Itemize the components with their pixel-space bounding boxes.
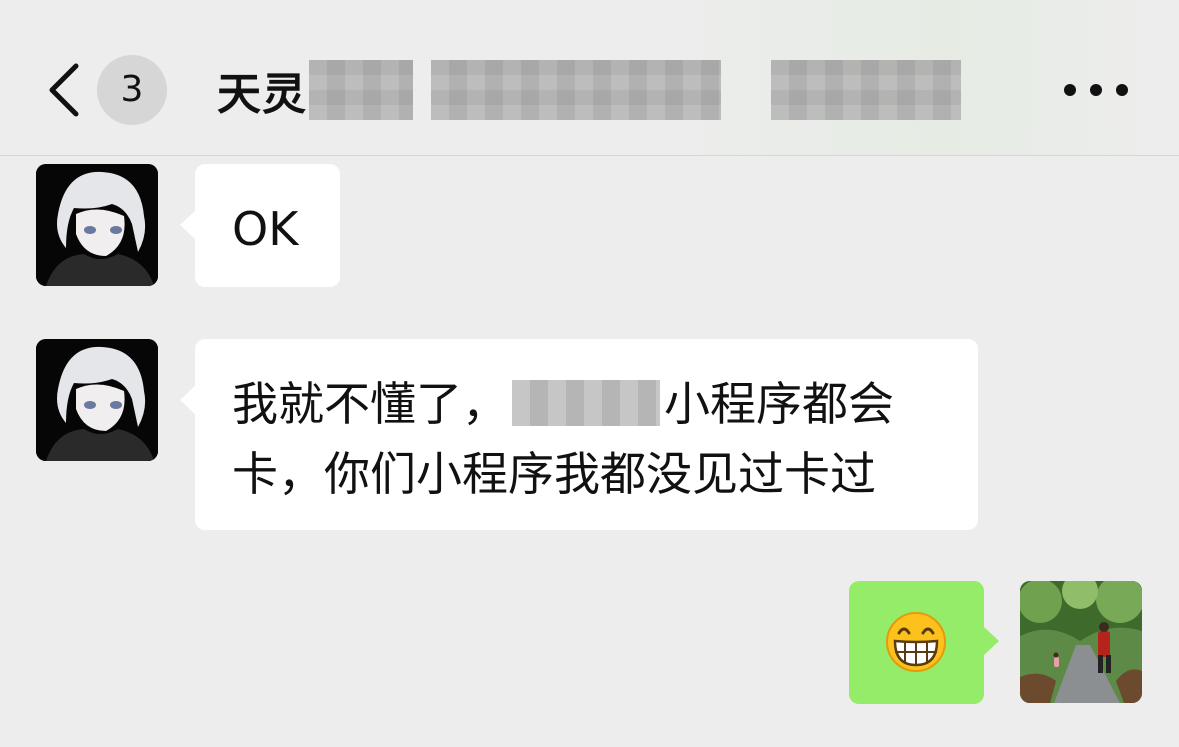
unread-count-badge[interactable]: 3: [97, 55, 167, 125]
chat-title-area: 天灵: [217, 58, 961, 122]
message-line-1: 我就不懂了， 小程序都会: [232, 369, 958, 439]
dot: [1090, 84, 1102, 96]
redacted-text-block: [512, 380, 660, 426]
redacted-title-block: [431, 60, 721, 120]
chat-title: 天灵: [217, 69, 307, 120]
grinning-face-icon: [886, 612, 946, 672]
contact-avatar[interactable]: [36, 164, 158, 286]
chevron-left-icon[interactable]: [44, 62, 84, 118]
more-dots-icon[interactable]: [1064, 80, 1128, 100]
contact-avatar[interactable]: [36, 339, 158, 461]
dot: [1116, 84, 1128, 96]
chat-header: 3 天灵: [0, 0, 1179, 156]
my-avatar[interactable]: [1020, 581, 1142, 703]
outgoing-message-bubble[interactable]: [849, 581, 999, 704]
redacted-title-block: [309, 60, 413, 120]
message-text: 小程序都会: [664, 377, 894, 431]
message-text: 我就不懂了，: [232, 377, 508, 431]
incoming-message-bubble[interactable]: OK: [180, 164, 340, 287]
redacted-title-block: [771, 60, 961, 120]
message-line-2: 卡，你们小程序我都没见过卡过: [232, 447, 876, 501]
incoming-message-bubble[interactable]: 我就不懂了， 小程序都会 卡，你们小程序我都没见过卡过: [180, 339, 978, 530]
message-text: OK: [232, 202, 299, 256]
dot: [1064, 84, 1076, 96]
